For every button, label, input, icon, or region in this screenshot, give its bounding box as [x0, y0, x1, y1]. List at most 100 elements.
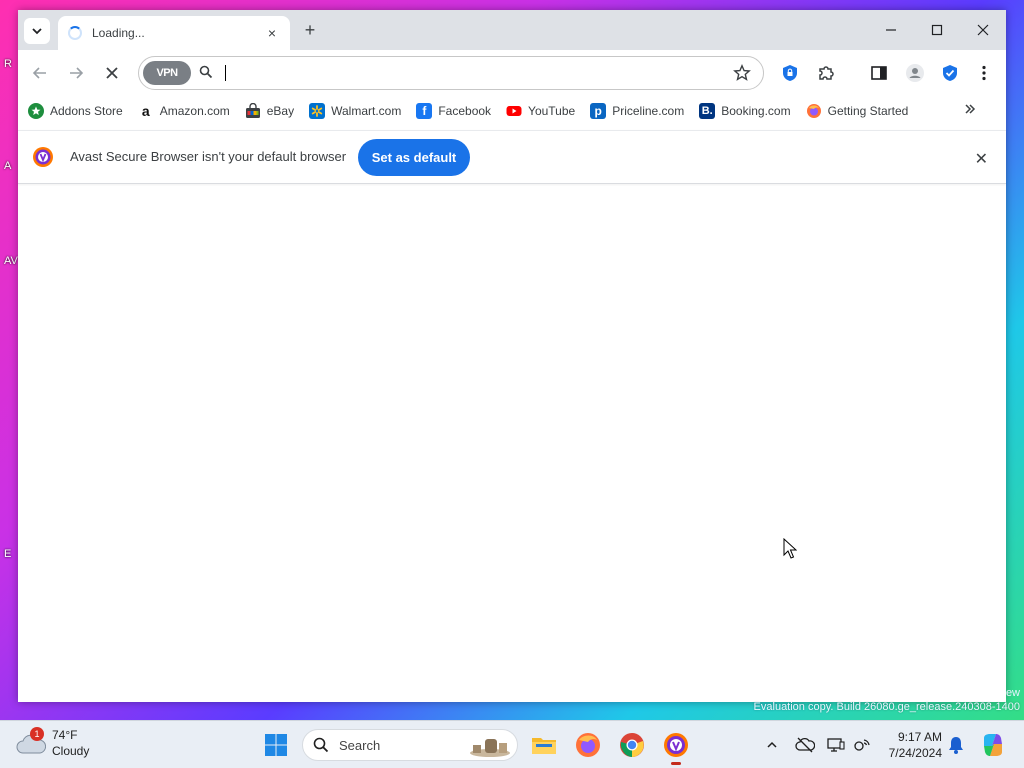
taskbar-file-explorer[interactable]: [530, 731, 558, 759]
taskbar-firefox[interactable]: [574, 731, 602, 759]
tab-loading[interactable]: Loading... ×: [58, 16, 290, 50]
bookmark-label: Addons Store: [50, 104, 123, 118]
close-icon: [977, 24, 989, 36]
bookmark-getting-started[interactable]: Getting Started: [806, 103, 908, 119]
booking-icon: B.: [699, 103, 716, 119]
new-tab-button[interactable]: +: [300, 20, 320, 40]
notification-badge: 1: [30, 727, 44, 741]
address-bar[interactable]: VPN: [138, 56, 764, 90]
avast-security-button[interactable]: [940, 63, 960, 83]
bell-icon: [949, 737, 963, 754]
chevron-double-right-icon: [965, 104, 976, 114]
weather-condition: Cloudy: [52, 744, 90, 758]
tray-display[interactable]: [826, 735, 846, 755]
tab-close-button[interactable]: ×: [264, 25, 280, 41]
taskbar-chrome[interactable]: [618, 731, 646, 759]
tray-network[interactable]: [852, 735, 872, 755]
menu-button[interactable]: [974, 63, 994, 83]
firefox-icon: [576, 733, 600, 757]
tab-strip: Loading... × +: [18, 10, 1006, 50]
chrome-icon: [620, 733, 644, 757]
desktop-icon-label[interactable]: A: [4, 160, 11, 172]
network-icon: [854, 739, 870, 751]
desktop-icon-label[interactable]: E: [4, 548, 11, 560]
bookmark-star-icon[interactable]: [733, 64, 751, 82]
display-icon: [827, 738, 845, 752]
weather-widget[interactable]: 1 74°F Cloudy: [16, 727, 89, 759]
priceline-icon: p: [590, 103, 607, 119]
infobar-close-button[interactable]: ✕: [975, 149, 988, 169]
minimize-icon: [886, 29, 896, 31]
mouse-cursor-icon: [783, 538, 797, 559]
shield-lock-icon: [783, 65, 797, 81]
bookmark-facebook[interactable]: f Facebook: [416, 103, 491, 119]
bookmark-priceline[interactable]: p Priceline.com: [590, 103, 684, 119]
close-window-button[interactable]: [960, 18, 1006, 42]
shield-check-icon: [943, 65, 957, 81]
desktop-icon-label[interactable]: R: [4, 58, 12, 70]
addons-store-icon: [28, 103, 44, 119]
maximize-button[interactable]: [914, 18, 960, 42]
back-button[interactable]: [29, 62, 51, 84]
extensions-button[interactable]: [816, 63, 836, 83]
clock-date: 7/24/2024: [888, 746, 942, 760]
minimize-button[interactable]: [868, 18, 914, 42]
bookmark-label: Amazon.com: [159, 104, 230, 118]
profile-button[interactable]: [905, 63, 925, 83]
folder-icon: [532, 738, 556, 754]
vpn-button[interactable]: VPN: [143, 61, 191, 85]
puzzle-icon: [819, 66, 834, 80]
browser-window: Loading... × + VPN Addons Store a Amazon…: [18, 10, 1006, 702]
bookmark-label: Booking.com: [721, 104, 791, 118]
taskbar-search-box[interactable]: Search: [302, 729, 518, 761]
stop-loading-button[interactable]: [101, 62, 123, 84]
taskbar-avast-browser[interactable]: [662, 731, 690, 765]
bookmarks-overflow-button[interactable]: [964, 102, 976, 118]
desktop-icon-label[interactable]: AV: [4, 255, 18, 267]
privacy-shield-button[interactable]: [780, 63, 800, 83]
tray-notifications[interactable]: [946, 735, 966, 755]
arrow-left-icon: [32, 67, 46, 79]
avast-browser-logo-icon: [33, 147, 53, 167]
set-as-default-button[interactable]: Set as default: [358, 139, 470, 176]
bookmark-label: Priceline.com: [612, 104, 685, 118]
text-caret: [225, 65, 226, 81]
avatar-icon: [906, 64, 924, 82]
arrow-right-icon: [70, 67, 84, 79]
start-button[interactable]: [264, 733, 288, 757]
bookmark-addons-store[interactable]: Addons Store: [28, 103, 123, 119]
address-input[interactable]: [223, 63, 713, 83]
tab-search-button[interactable]: [24, 18, 50, 44]
bookmark-label: eBay: [266, 104, 295, 118]
taskbar: 1 74°F Cloudy Search 9:17 AM 7/24/2024: [0, 720, 1024, 768]
tray-onedrive[interactable]: [795, 735, 815, 755]
windows-logo-icon: [265, 734, 287, 756]
browser-toolbar: VPN: [18, 50, 1006, 96]
close-icon: [106, 67, 118, 79]
facebook-icon: f: [416, 103, 433, 119]
page-content[interactable]: [18, 186, 1006, 702]
walmart-icon: [309, 103, 326, 119]
bookmark-label: Walmart.com: [331, 104, 402, 118]
search-highlight-image-icon: [470, 739, 510, 757]
cloud-icon: 1: [16, 727, 46, 757]
bookmark-youtube[interactable]: YouTube: [506, 103, 575, 119]
taskbar-clock[interactable]: 9:17 AM 7/24/2024: [878, 729, 942, 761]
search-icon: [313, 737, 329, 753]
firefox-icon: [806, 103, 822, 119]
bookmark-amazon[interactable]: a Amazon.com: [138, 103, 230, 119]
chevron-up-icon: [767, 741, 777, 748]
maximize-icon: [931, 24, 943, 36]
infobar-message: Avast Secure Browser isn't your default …: [70, 149, 347, 164]
bookmark-booking[interactable]: B. Booking.com: [699, 103, 791, 119]
taskbar-search-label: Search: [339, 737, 381, 753]
side-panel-icon: [871, 66, 887, 80]
vpn-label: VPN: [156, 67, 178, 79]
forward-button[interactable]: [65, 62, 87, 84]
watermark-fragment: ew: [1005, 687, 1020, 699]
tray-copilot[interactable]: [980, 732, 1006, 758]
bookmark-ebay[interactable]: eBay: [245, 103, 294, 119]
side-panel-button[interactable]: [869, 63, 889, 83]
bookmark-walmart[interactable]: Walmart.com: [309, 103, 401, 119]
tray-overflow-button[interactable]: [762, 735, 782, 755]
